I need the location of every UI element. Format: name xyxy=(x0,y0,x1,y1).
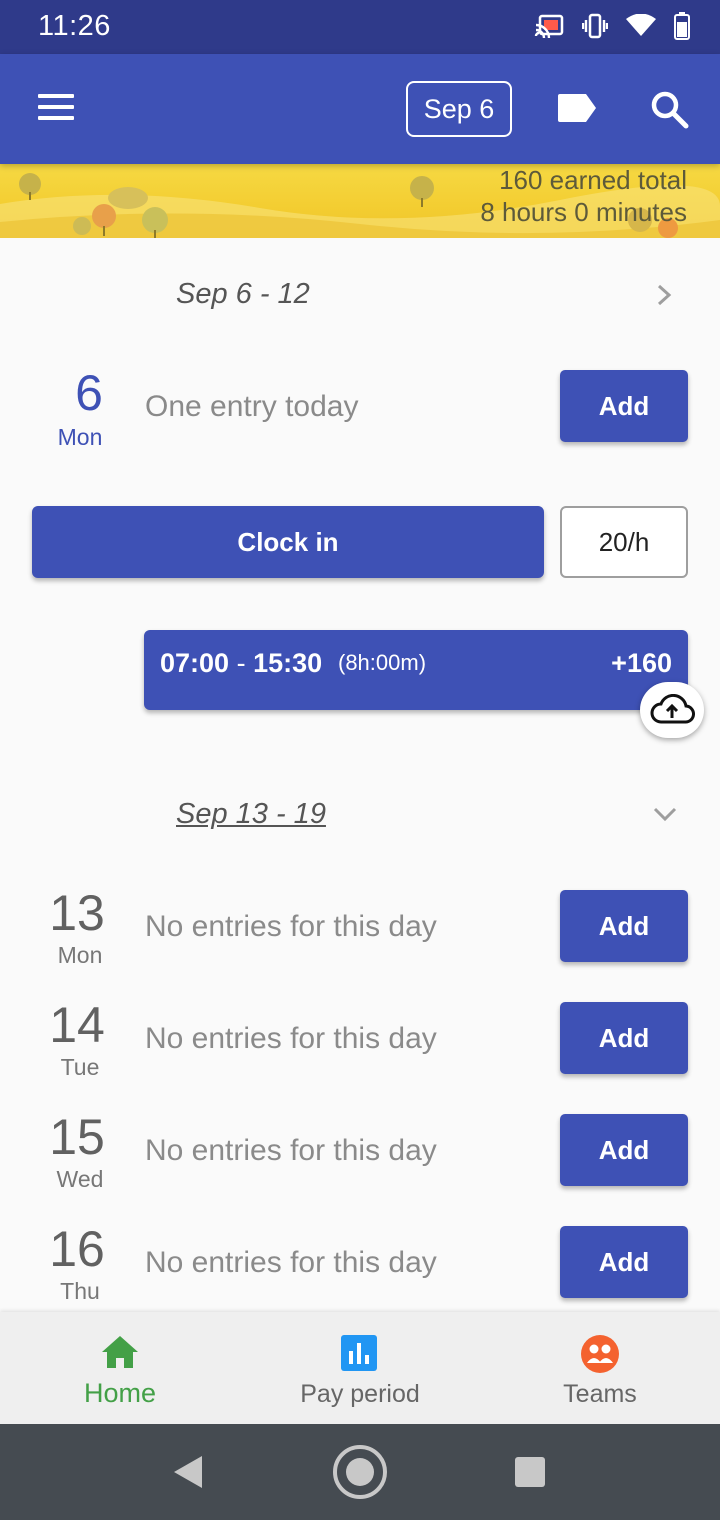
chevron-down-icon[interactable] xyxy=(652,804,678,829)
clock-in-button[interactable]: Clock in xyxy=(32,506,544,578)
nav-item-home[interactable]: Home xyxy=(0,1312,240,1424)
battery-icon xyxy=(674,12,690,45)
app-bar: Sep 6 xyxy=(0,54,720,164)
day-name-today: Mon xyxy=(57,424,103,450)
status-time: 11:26 xyxy=(38,10,111,42)
home-circle-icon[interactable] xyxy=(332,1444,388,1505)
home-icon xyxy=(100,1334,140,1375)
earned-total: 160 earned total xyxy=(499,165,687,195)
day-status-text: No entries for this day xyxy=(145,1246,437,1279)
entry-earned: +160 xyxy=(611,648,672,678)
hourly-rate-field[interactable]: 20/h xyxy=(560,506,688,578)
week-header-sep-13[interactable]: Sep 13 - 19 xyxy=(176,798,326,831)
day-name: Mon xyxy=(57,942,103,968)
entry-start: 07:00 xyxy=(160,648,230,678)
day-number: 15 xyxy=(49,1109,105,1165)
week-header-sep-6: Sep 6 - 12 xyxy=(176,278,310,310)
bottom-nav: Home Pay period Teams xyxy=(0,1312,720,1424)
earnings-banner: 160 earned total 8 hours 0 minutes xyxy=(0,164,720,238)
day-status-text: No entries for this day xyxy=(145,1022,437,1055)
nav-label-pay-period: Pay period xyxy=(300,1380,420,1408)
nav-item-teams[interactable]: Teams xyxy=(480,1312,720,1424)
vibrate-icon xyxy=(581,13,609,44)
wifi-icon xyxy=(626,13,656,43)
system-nav-bar xyxy=(0,1424,720,1520)
add-entry-button[interactable]: Add xyxy=(560,1226,688,1298)
day-status-text: No entries for this day xyxy=(145,910,437,943)
status-bar: 11:26 xyxy=(0,0,720,54)
entry-end: 15:30 xyxy=(253,648,323,678)
recents-icon[interactable] xyxy=(514,1456,546,1493)
cast-icon xyxy=(534,14,564,43)
hours-total: 8 hours 0 minutes xyxy=(480,197,687,227)
day-number-today: 6 xyxy=(75,365,103,421)
day-name: Thu xyxy=(60,1278,100,1304)
day-name: Wed xyxy=(56,1166,104,1192)
chevron-right-icon[interactable] xyxy=(652,282,676,313)
earnings-summary: 160 earned total 8 hours 0 minutes xyxy=(480,164,687,228)
teams-icon xyxy=(580,1334,620,1379)
today-summary: One entry today xyxy=(145,390,359,423)
nav-label-teams: Teams xyxy=(563,1380,637,1408)
day-name: Tue xyxy=(60,1054,100,1080)
nav-label-home: Home xyxy=(83,1378,157,1408)
entry-duration: (8h:00m) xyxy=(338,650,427,675)
bar-chart-icon xyxy=(340,1334,378,1377)
add-entry-button[interactable]: Add xyxy=(560,1114,688,1186)
time-entry-card[interactable]: 07:00 - 15:30 (8h:00m) +160 xyxy=(144,630,688,710)
add-entry-button-today[interactable]: Add xyxy=(560,370,688,442)
status-icons xyxy=(534,12,690,45)
add-entry-button[interactable]: Add xyxy=(560,890,688,962)
day-number: 16 xyxy=(49,1221,105,1277)
entry-separator: - xyxy=(236,648,246,678)
day-number: 14 xyxy=(49,997,105,1053)
entry-time-range: 07:00 - 15:30 xyxy=(160,648,322,679)
cloud-upload-icon[interactable] xyxy=(640,682,704,738)
back-icon[interactable] xyxy=(172,1454,204,1495)
nav-item-pay-period[interactable]: Pay period xyxy=(240,1312,480,1424)
search-icon[interactable] xyxy=(650,90,690,135)
tag-icon[interactable] xyxy=(556,92,598,129)
add-entry-button[interactable]: Add xyxy=(560,1002,688,1074)
day-status-text: No entries for this day xyxy=(145,1134,437,1167)
menu-icon[interactable] xyxy=(38,94,76,124)
day-number: 13 xyxy=(49,885,105,941)
date-chip[interactable]: Sep 6 xyxy=(406,81,512,137)
